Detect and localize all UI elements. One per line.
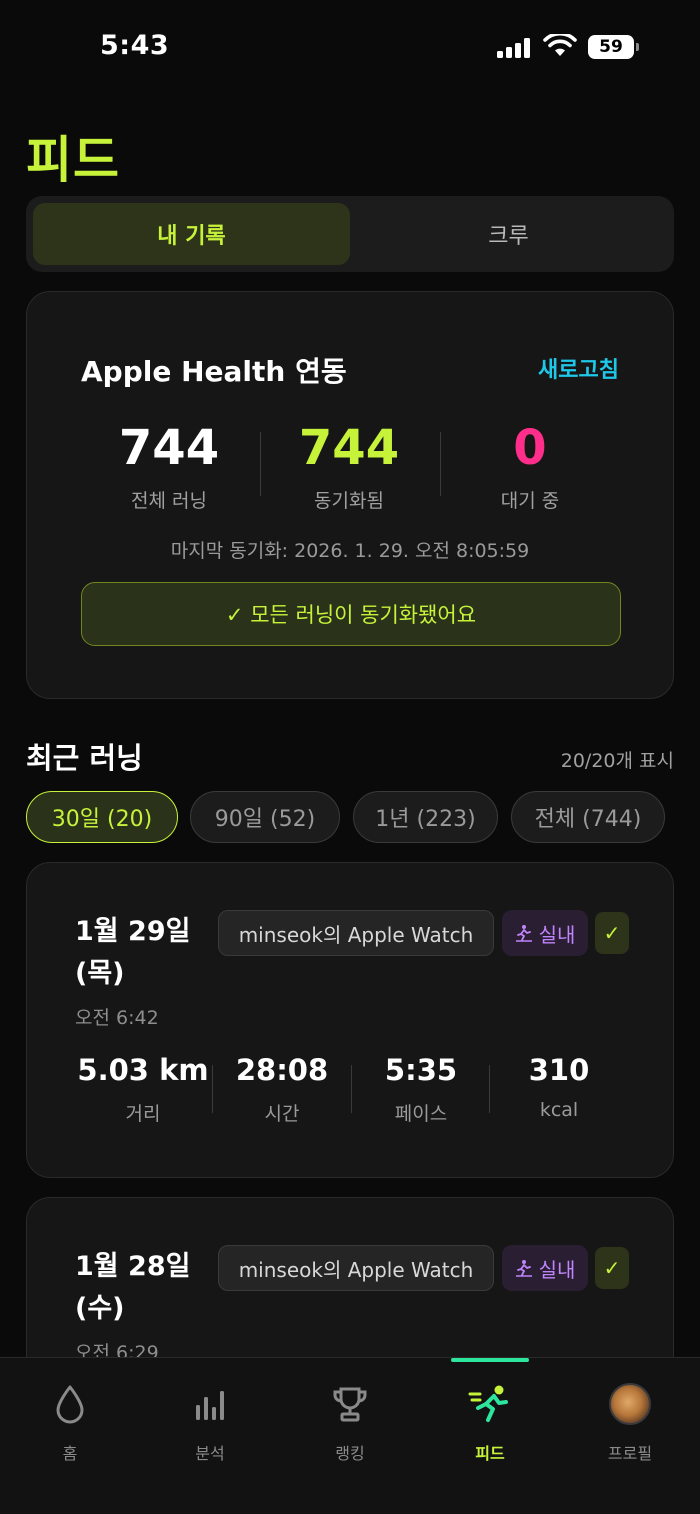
synced-check-icon: ✓	[595, 1247, 629, 1289]
indoor-badge: 실내	[502, 910, 588, 956]
segmented-control: 내 기록 크루	[26, 196, 674, 272]
metric-label: 시간	[264, 1103, 300, 1125]
indoor-label: 실내	[538, 922, 576, 947]
stat-value: 744	[298, 420, 400, 476]
section-title: 최근 러닝	[26, 741, 143, 775]
last-sync-time: 마지막 동기화: 2026. 1. 29. 오전 8:05:59	[170, 540, 530, 562]
wifi-icon	[543, 34, 577, 56]
metric-value: 5:35	[384, 1053, 458, 1087]
metric-duration: 28:08 시간	[212, 1053, 352, 1126]
metric-distance: 5.03 km 거리	[73, 1053, 213, 1126]
treadmill-icon	[515, 1260, 532, 1277]
metric-value: 310	[528, 1053, 590, 1087]
run-card[interactable]: 1월 29일 (목) 오전 6:42 minseok의 Apple Watch …	[26, 862, 674, 1178]
metric-calories: 310 kcal	[489, 1053, 629, 1121]
showing-count: 20/20개 표시	[560, 750, 674, 772]
active-tab-indicator	[451, 1358, 529, 1362]
tab-analysis[interactable]: 분석	[155, 1382, 265, 1464]
stat-pending: 0 대기 중	[440, 420, 620, 513]
tab-label: 홈	[62, 1444, 78, 1463]
metric-pace: 5:35 페이스	[351, 1053, 491, 1126]
tab-crew[interactable]: 크루	[350, 203, 667, 265]
stat-label: 전체 러닝	[131, 490, 207, 512]
filter-chip-90d[interactable]: 90일 (52)	[190, 791, 340, 843]
metric-value: 28:08	[235, 1053, 329, 1087]
filter-chip-all[interactable]: 전체 (744)	[511, 791, 665, 843]
status-time: 5:43	[100, 30, 170, 61]
refresh-button[interactable]: 새로고침	[538, 352, 619, 384]
tab-profile[interactable]: 프로필	[575, 1382, 685, 1464]
drop-icon	[56, 1385, 84, 1424]
stat-synced: 744 동기화됨	[259, 420, 439, 513]
indoor-badge: 실내	[502, 1245, 588, 1291]
run-date: 1월 29일 (목)	[75, 916, 191, 989]
tab-feed[interactable]: 피드	[435, 1382, 545, 1464]
tab-ranking[interactable]: 랭킹	[295, 1382, 405, 1464]
metric-label: 페이스	[394, 1103, 448, 1125]
page-title: 피드	[26, 131, 120, 189]
bar-chart-icon	[196, 1391, 224, 1420]
device-badge: minseok의 Apple Watch	[218, 910, 494, 956]
stat-label: 대기 중	[500, 490, 560, 512]
tab-home[interactable]: 홈	[15, 1382, 125, 1464]
sync-status-banner: ✓ 모든 러닝이 동기화됐어요	[81, 582, 621, 646]
treadmill-icon	[515, 925, 532, 942]
tab-label: 분석	[195, 1444, 225, 1463]
health-sync-card: Apple Health 연동 새로고침 744 전체 러닝 744 동기화됨 …	[26, 291, 674, 699]
run-start-time: 오전 6:42	[75, 1007, 159, 1029]
stat-value: 744	[118, 420, 220, 476]
battery-indicator: 59	[588, 35, 639, 59]
metric-label: kcal	[539, 1099, 579, 1121]
tab-label: 랭킹	[335, 1444, 365, 1463]
tab-label: 프로필	[607, 1444, 653, 1463]
tab-my-records[interactable]: 내 기록	[33, 203, 350, 265]
stat-label: 동기화됨	[314, 490, 384, 512]
status-bar: 5:43 59	[0, 0, 700, 96]
sync-card-title: Apple Health 연동	[81, 355, 347, 388]
synced-check-icon: ✓	[595, 912, 629, 954]
metric-value: 5.03 km	[77, 1053, 209, 1087]
runner-icon	[468, 1385, 508, 1422]
bottom-tab-bar: 홈 분석 랭킹 피드 프로필	[0, 1357, 700, 1514]
run-date: 1월 28일 (수)	[75, 1251, 191, 1324]
indoor-label: 실내	[538, 1257, 576, 1282]
device-badge: minseok의 Apple Watch	[218, 1245, 494, 1291]
cellular-signal-icon	[497, 38, 530, 58]
trophy-icon	[333, 1387, 367, 1422]
stat-total-runs: 744 전체 러닝	[79, 420, 259, 513]
stat-value: 0	[513, 420, 547, 476]
tab-label: 피드	[475, 1444, 505, 1463]
filter-chip-1y[interactable]: 1년 (223)	[353, 791, 498, 843]
filter-chip-30d[interactable]: 30일 (20)	[26, 791, 178, 843]
avatar	[609, 1383, 651, 1425]
metric-label: 거리	[125, 1103, 161, 1125]
